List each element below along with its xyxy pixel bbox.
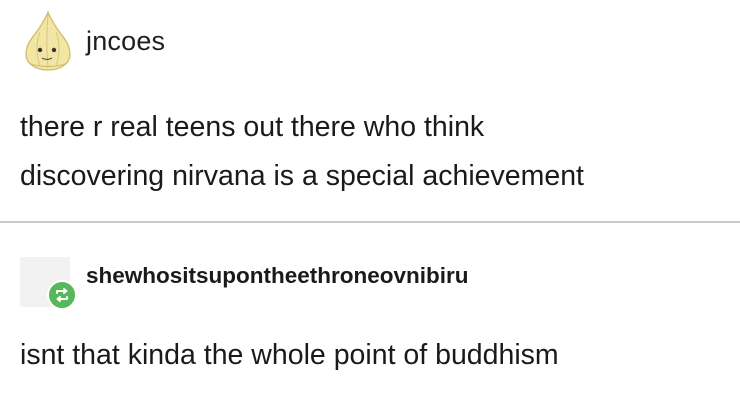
post-body: there r real teens out there who think d… (20, 103, 720, 201)
post-username[interactable]: jncoes (86, 26, 165, 57)
reblog-username[interactable]: shewhositsupontheethroneovnibiru (86, 263, 469, 289)
garlic-avatar-icon[interactable] (20, 10, 76, 72)
reblog-body: isnt that kinda the whole point of buddh… (20, 339, 559, 371)
reblog-icon (47, 280, 77, 310)
original-post: jncoes there r real teens out there who … (0, 0, 740, 223)
reblog-post: shewhositsupontheethroneovnibiru isnt th… (0, 223, 740, 403)
post-body-line: discovering nirvana is a special achieve… (20, 160, 584, 192)
post-body-line: there r real teens out there who think (20, 111, 485, 143)
